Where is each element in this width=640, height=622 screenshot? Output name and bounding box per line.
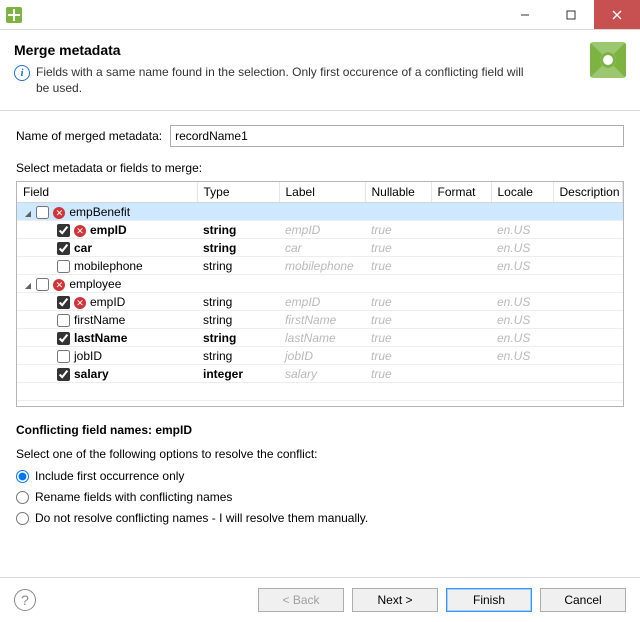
field-name: lastName <box>74 331 127 345</box>
app-icon <box>6 7 22 23</box>
conflict-prompt: Select one of the following options to r… <box>16 447 624 461</box>
row-checkbox[interactable] <box>36 278 49 291</box>
brand-logo-icon <box>590 42 626 78</box>
col-format[interactable]: Format <box>431 182 491 203</box>
next-button[interactable]: Next > <box>352 588 438 612</box>
banner: Merge metadata i Fields with a same name… <box>0 30 640 111</box>
merged-name-input[interactable] <box>170 125 624 147</box>
conflict-option[interactable]: Do not resolve conflicting names - I wil… <box>16 511 624 525</box>
conflict-radio[interactable] <box>16 512 29 525</box>
row-checkbox[interactable] <box>57 368 70 381</box>
table-row[interactable]: ✕empIDstringempIDtrueen.US <box>17 221 623 239</box>
conflict-option[interactable]: Rename fields with conflicting names <box>16 490 624 504</box>
fields-grid[interactable]: Field Type Label Nullable Format Locale … <box>16 181 624 407</box>
col-field[interactable]: Field <box>17 182 197 203</box>
help-button[interactable]: ? <box>14 589 36 611</box>
row-checkbox[interactable] <box>57 332 70 345</box>
row-checkbox[interactable] <box>57 224 70 237</box>
conflict-radio[interactable] <box>16 470 29 483</box>
table-row[interactable]: lastNamestringlastNametrueen.US <box>17 329 623 347</box>
grid-header-row: Field Type Label Nullable Format Locale … <box>17 182 623 203</box>
group-row[interactable]: ◢ ✕ empBenefit <box>17 203 623 221</box>
footer: ? < Back Next > Finish Cancel <box>0 577 640 622</box>
conflict-option-label: Do not resolve conflicting names - I wil… <box>35 511 368 525</box>
conflict-icon: ✕ <box>74 225 86 237</box>
group-row[interactable]: ◢ ✕ employee <box>17 275 623 293</box>
field-name: empID <box>90 295 125 309</box>
row-checkbox[interactable] <box>57 314 70 327</box>
maximize-button[interactable] <box>548 0 594 29</box>
merged-name-label: Name of merged metadata: <box>16 129 162 143</box>
table-row[interactable]: mobilephonestringmobilephonetrueen.US <box>17 257 623 275</box>
table-row[interactable]: salaryintegersalarytrue <box>17 365 623 383</box>
conflict-option-label: Rename fields with conflicting names <box>35 490 232 504</box>
field-name: car <box>74 241 92 255</box>
col-type[interactable]: Type <box>197 182 279 203</box>
field-name: mobilephone <box>74 259 143 273</box>
conflict-radio[interactable] <box>16 491 29 504</box>
titlebar <box>0 0 640 30</box>
field-name: jobID <box>74 349 102 363</box>
banner-info-text: Fields with a same name found in the sel… <box>36 64 536 96</box>
group-name: empBenefit <box>69 205 130 219</box>
back-button[interactable]: < Back <box>258 588 344 612</box>
close-button[interactable] <box>594 0 640 29</box>
finish-button[interactable]: Finish <box>446 588 532 612</box>
info-icon: i <box>14 65 30 81</box>
conflict-option-label: Include first occurrence only <box>35 469 184 483</box>
select-fields-label: Select metadata or fields to merge: <box>16 161 624 175</box>
expand-toggle-icon[interactable]: ◢ <box>23 209 33 218</box>
row-checkbox[interactable] <box>36 206 49 219</box>
table-row[interactable]: carstringcartrueen.US <box>17 239 623 257</box>
row-checkbox[interactable] <box>57 242 70 255</box>
row-checkbox[interactable] <box>57 260 70 273</box>
expand-toggle-icon[interactable]: ◢ <box>23 281 33 290</box>
conflict-option[interactable]: Include first occurrence only <box>16 469 624 483</box>
minimize-button[interactable] <box>502 0 548 29</box>
field-name: empID <box>90 223 127 237</box>
col-label[interactable]: Label <box>279 182 365 203</box>
group-name: employee <box>69 277 121 291</box>
conflict-icon: ✕ <box>53 279 65 291</box>
conflict-title: Conflicting field names: empID <box>16 423 624 437</box>
field-name: firstName <box>74 313 125 327</box>
row-checkbox[interactable] <box>57 296 70 309</box>
row-checkbox[interactable] <box>57 350 70 363</box>
table-row[interactable]: jobIDstringjobIDtrueen.US <box>17 347 623 365</box>
col-locale[interactable]: Locale <box>491 182 553 203</box>
table-row[interactable]: ✕empIDstringempIDtrueen.US <box>17 293 623 311</box>
conflict-icon: ✕ <box>74 297 86 309</box>
cancel-button[interactable]: Cancel <box>540 588 626 612</box>
field-name: salary <box>74 367 109 381</box>
conflict-section: Conflicting field names: empID Select on… <box>16 423 624 525</box>
conflict-icon: ✕ <box>53 207 65 219</box>
col-nullable[interactable]: Nullable <box>365 182 431 203</box>
table-row[interactable]: firstNamestringfirstNametrueen.US <box>17 311 623 329</box>
page-title: Merge metadata <box>14 42 536 58</box>
col-description[interactable]: Description <box>553 182 623 203</box>
